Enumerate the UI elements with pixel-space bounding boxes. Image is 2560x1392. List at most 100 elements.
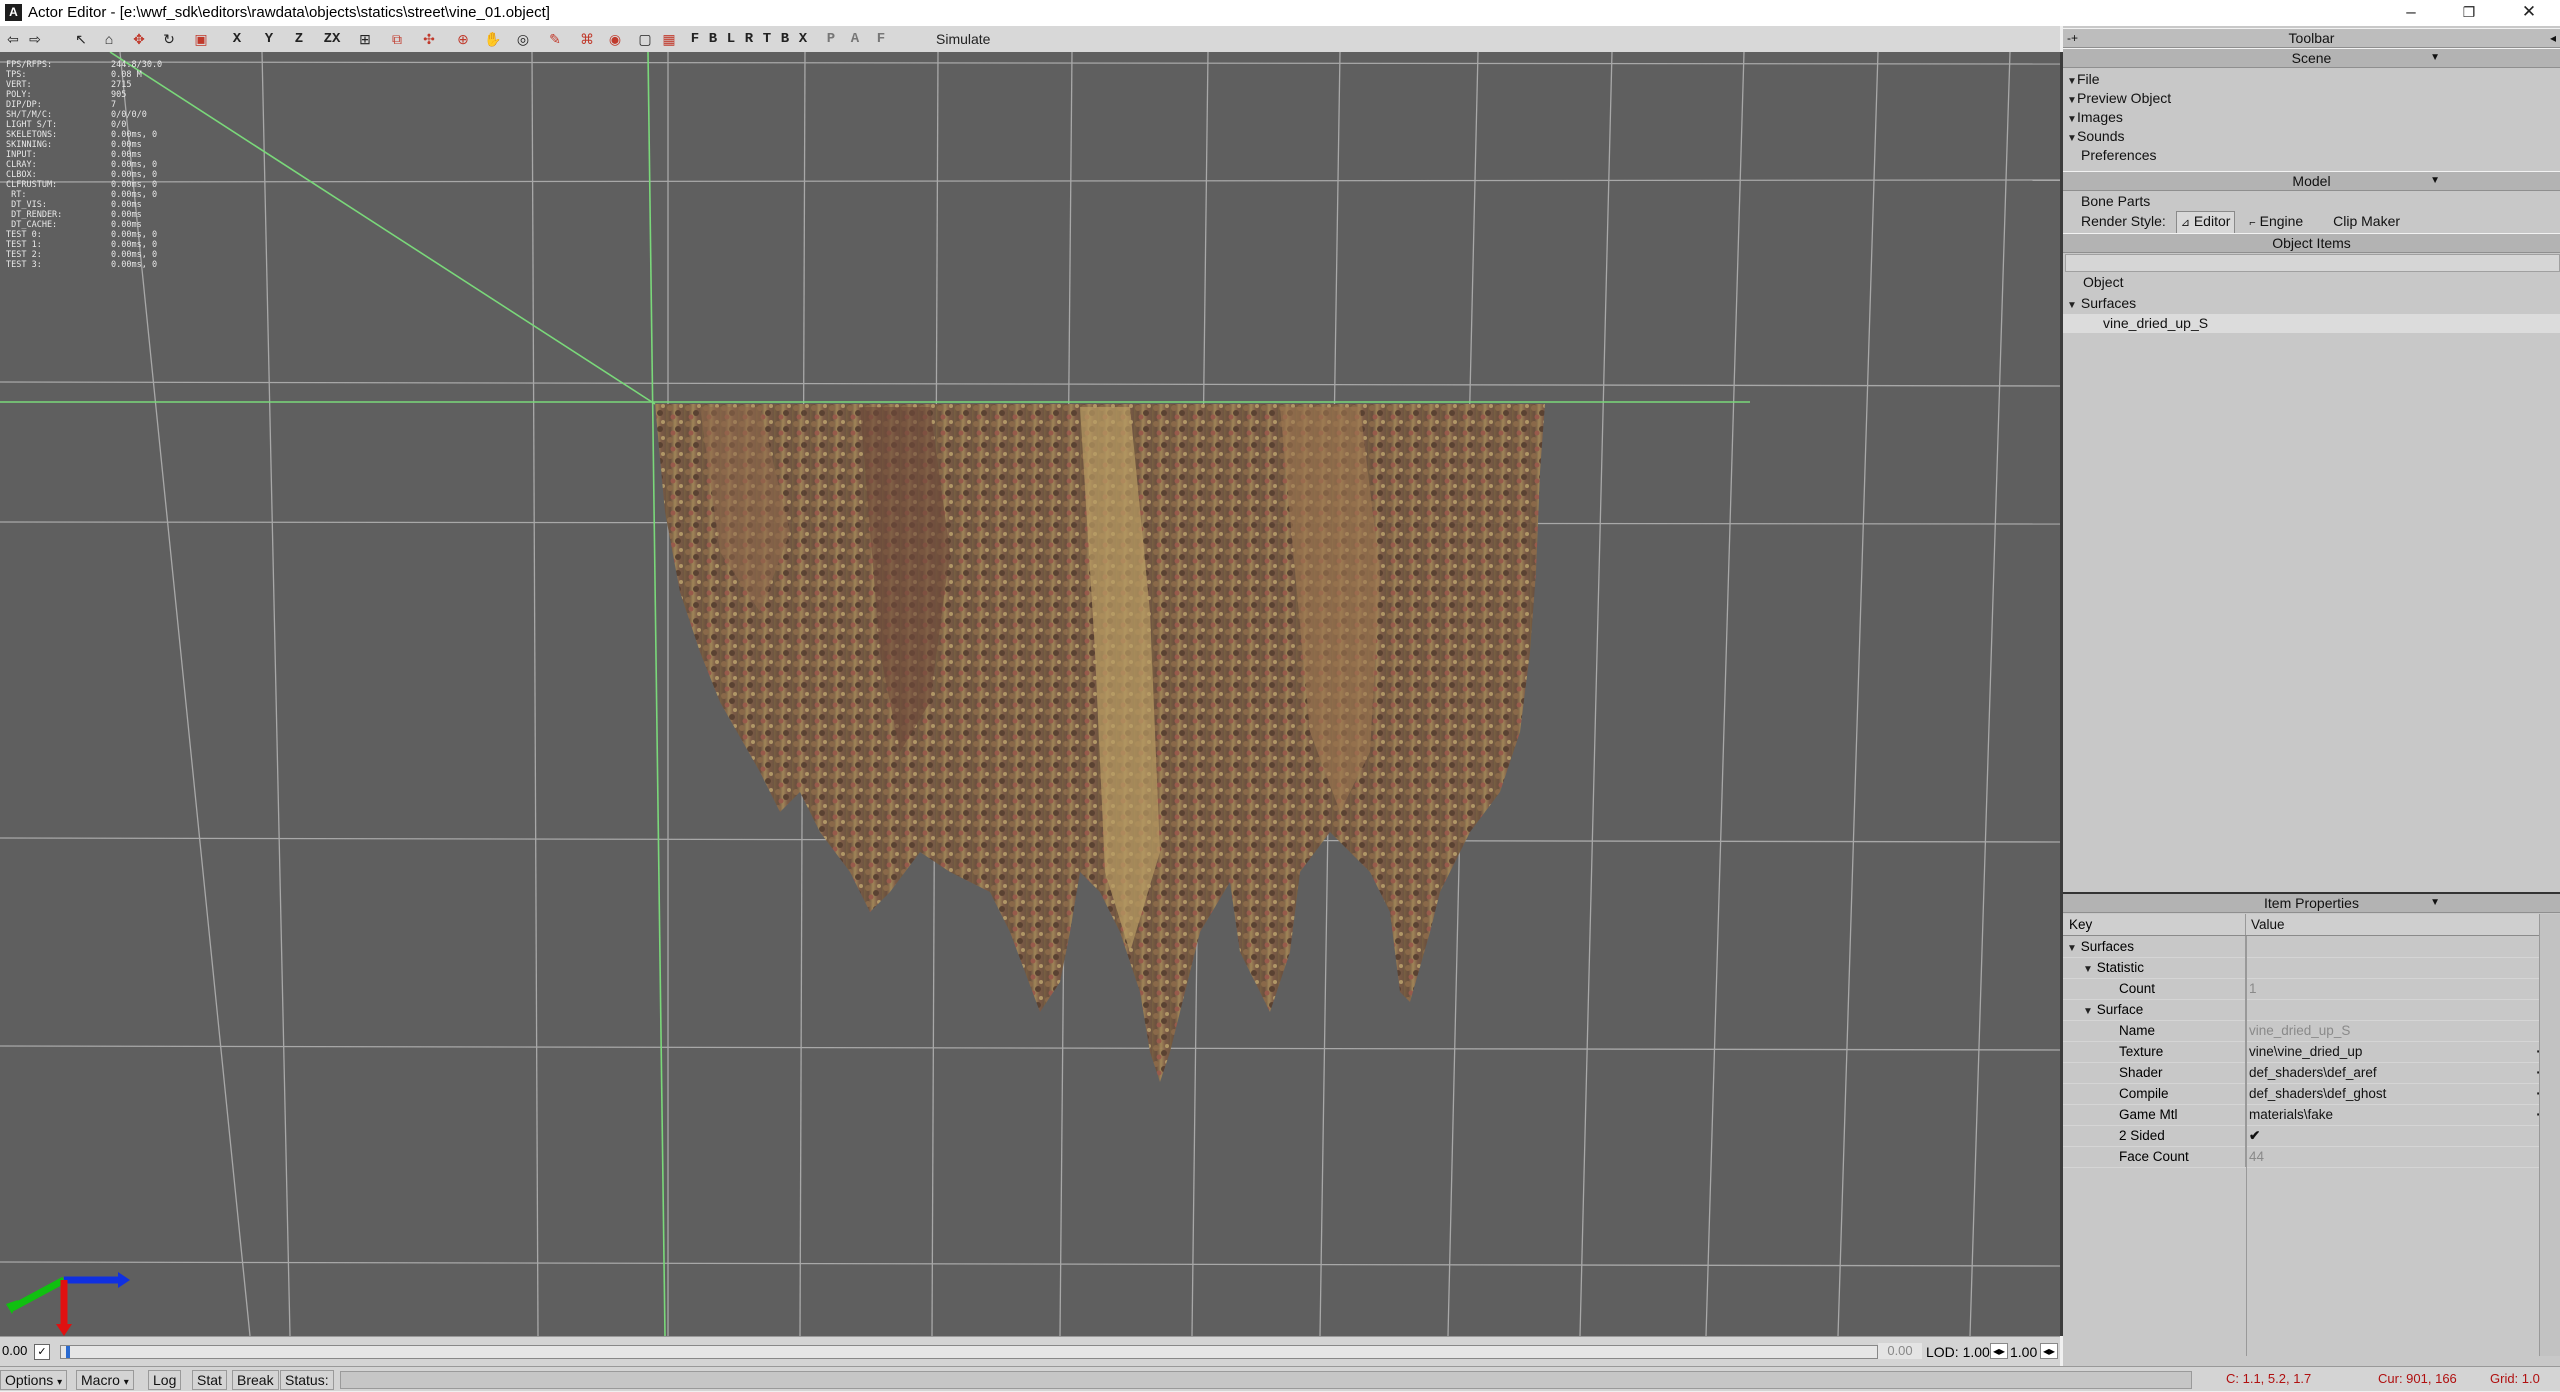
scene-header[interactable]: Scene ▼ [2063,48,2560,68]
tree-item-surface-selected[interactable]: vine_dried_up_S [2063,314,2560,333]
perspective-button[interactable]: P [824,29,838,49]
view-frame-icon[interactable]: ▦ [660,29,678,49]
simulate-button[interactable]: Simulate [936,29,990,49]
value-column-header[interactable]: Value [2251,914,2541,935]
prop-row-compile[interactable]: Compile def_shaders\def_ghost ··· [2063,1083,2560,1105]
prop-row-shader[interactable]: Shader def_shaders\def_aref ··· [2063,1062,2560,1084]
tree-item-surfaces[interactable]: ▼ Surfaces [2067,294,2136,313]
properties-scrollbar[interactable] [2539,914,2560,1356]
fly-icon[interactable]: ⌘ [578,29,596,49]
add-object-icon[interactable]: ⌂ [100,29,118,49]
stat-key: TEST 3: [6,260,42,270]
macro-menu[interactable]: Macro ▾ [76,1370,134,1390]
prop-row-surfaces[interactable]: ▼ Surfaces [2063,936,2560,958]
lock-view-icon[interactable]: ◉ [606,29,624,49]
rotate-icon[interactable]: ↻ [160,29,178,49]
close-button[interactable]: ✕ [2500,0,2558,26]
view-box-icon[interactable]: ▢ [636,29,654,49]
viewport-3d[interactable]: FPS/RFPS: 244.8/30.0 TPS: 0.08 M VERT: 2715 PO… [0,52,2063,1336]
axis-y-button[interactable]: Y [262,29,276,49]
scene-item-sounds[interactable]: ▼Sounds [2067,127,2124,146]
stat-value: 0.00ms, 0 [111,180,158,190]
prop-row-name[interactable]: Name vine_dried_up_S [2063,1020,2560,1042]
camera-icon[interactable]: ✎ [546,29,564,49]
lod-value[interactable]: 1.00 [2010,1344,2037,1360]
view-left-button[interactable]: L [724,29,738,49]
scene-item-file[interactable]: ▼File [2067,70,2100,89]
render-engine-radio[interactable]: ⌐ Engine [2249,212,2303,233]
prop-row-texture[interactable]: Texture vine\vine_dried_up ··· [2063,1041,2560,1063]
pan-icon[interactable]: ✋ [484,29,502,49]
select-cursor-icon[interactable]: ↖ [72,29,90,49]
snap-vertex-icon[interactable]: ✣ [420,29,438,49]
scene-item-images[interactable]: ▼Images [2067,108,2123,127]
snap-object-icon[interactable]: ⧉ [388,29,406,49]
stat-button[interactable]: Stat [192,1370,227,1390]
scene-canvas [0,52,2060,1336]
expand-icon: ▼ [2067,300,2077,311]
item-properties-header[interactable]: Item Properties ▼ [2063,892,2560,913]
properties-header-row: Key Value [2063,914,2560,936]
axonometric-button[interactable]: A [848,29,862,49]
stat-row: DT_VIS: 0.00ms [6,200,162,210]
view-right-button[interactable]: R [742,29,756,49]
prop-row-2-sided[interactable]: 2 Sided ✔ [2063,1125,2560,1147]
view-back-button[interactable]: B [706,29,720,49]
stat-row: TEST 1: 0.00ms, 0 [6,240,162,250]
model-dropdown-icon[interactable]: ▼ [2430,172,2440,190]
toolbar-header[interactable]: -+ Toolbar ◂ [2063,28,2560,48]
key-column-header[interactable]: Key [2063,914,2246,935]
minimize-button[interactable]: – [2382,0,2440,26]
arrow-right-icon[interactable]: ⇨ [26,29,44,49]
prop-key: Count [2063,978,2246,999]
prop-row-game-mtl[interactable]: Game Mtl materials\fake ··· [2063,1104,2560,1126]
time-slider[interactable] [60,1345,1878,1359]
break-button[interactable]: Break [232,1370,279,1390]
log-button[interactable]: Log [148,1370,182,1390]
lod-spin-icon[interactable]: ◂▸ [1990,1343,2009,1359]
model-header-label: Model [2292,173,2331,189]
view-front-button[interactable]: F [688,29,702,49]
scene-item-preview-object[interactable]: ▼Preview Object [2067,89,2171,108]
restore-button[interactable]: ❐ [2440,0,2498,26]
tree-item-object[interactable]: Object [2083,273,2123,292]
prop-row-surface[interactable]: ▼ Surface [2063,999,2560,1021]
collapse-icon[interactable]: ◂ [2550,29,2556,47]
lod-spin2-icon[interactable]: ◂▸ [2040,1343,2059,1359]
zoom-icon[interactable]: ⊕ [454,29,472,49]
time-slider-thumb[interactable] [66,1346,70,1358]
view-top-button[interactable]: T [760,29,774,49]
render-editor-radio[interactable]: ⊿ Editor [2175,211,2236,234]
prop-row-statistic[interactable]: ▼ Statistic [2063,957,2560,979]
prop-key: ▼ Surfaces [2063,936,2246,957]
stat-value: 244.8/30.0 [111,60,163,70]
axis-x-button[interactable]: X [230,29,244,49]
object-items-header: Object Items [2063,233,2560,253]
snap-grid-icon[interactable]: ⊞ [356,29,374,49]
move-icon[interactable]: ✥ [130,29,148,49]
axis-z-button[interactable]: Z [292,29,306,49]
loop-checkbox[interactable]: ✓ [34,1344,50,1360]
prop-key: ▼ Surface [2063,999,2246,1020]
stat-row: INPUT: 0.00ms [6,150,162,160]
time-end-value[interactable]: 0.00 [1878,1343,1922,1359]
view-bottom-button[interactable]: B [778,29,792,49]
scene-dropdown-icon[interactable]: ▼ [2430,49,2440,67]
orbit-icon[interactable]: ◎ [514,29,532,49]
tree-item-label: Surfaces [2080,295,2137,311]
scene-item-preferences[interactable]: Preferences [2081,146,2156,165]
free-camera-button[interactable]: F [874,29,888,49]
stat-row: CLFRUSTUM: 0.00ms, 0 [6,180,162,190]
axis-zx-button[interactable]: ZX [320,29,344,49]
arrow-left-icon[interactable]: ⇦ [4,29,22,49]
clip-maker-button[interactable]: Clip Maker [2333,212,2400,231]
options-menu[interactable]: Options ▾ [0,1370,68,1390]
pin-icon[interactable]: -+ [2067,29,2078,47]
stat-key: SKINNING: [6,140,53,150]
bone-parts-button[interactable]: Bone Parts [2081,192,2150,211]
view-reset-button[interactable]: X [796,29,810,49]
scale-icon[interactable]: ▣ [192,29,210,49]
properties-dropdown-icon[interactable]: ▼ [2430,894,2440,912]
two-sided-checkbox[interactable]: ✔ [2249,1125,2539,1146]
model-header[interactable]: Model ▼ [2063,171,2560,191]
